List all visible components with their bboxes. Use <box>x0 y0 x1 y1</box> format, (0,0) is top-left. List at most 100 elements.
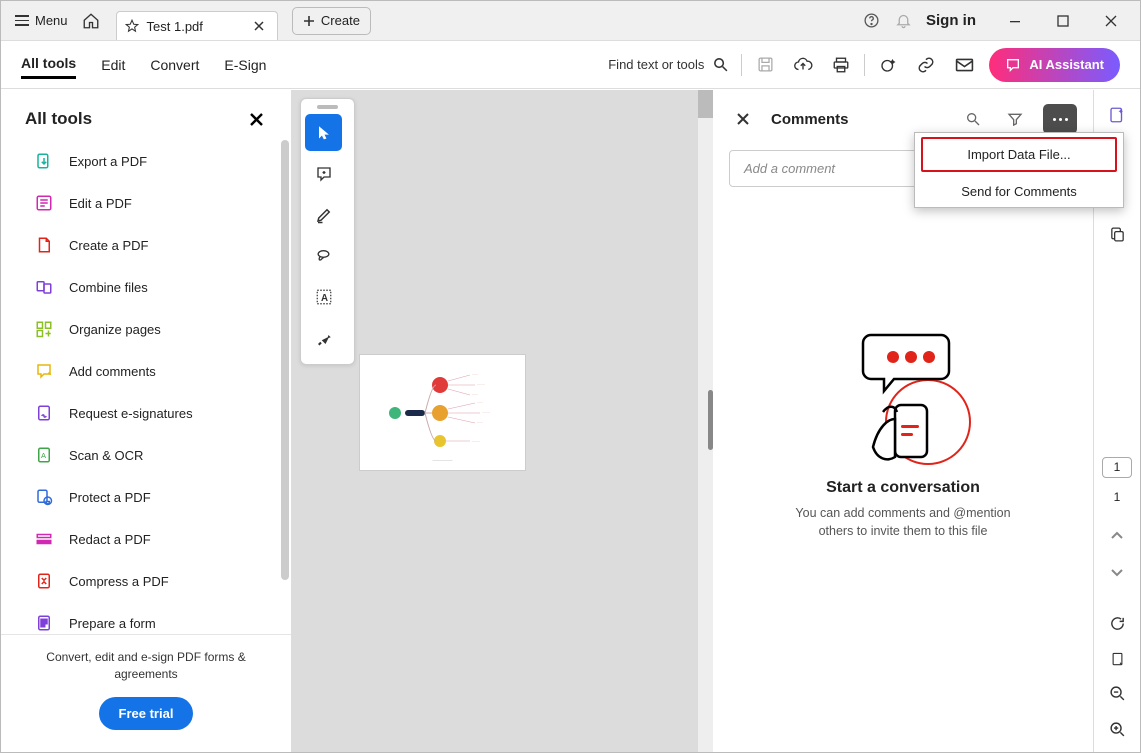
svg-text:A: A <box>321 292 328 303</box>
dropdown-item-import-data[interactable]: Import Data File... <box>921 137 1117 172</box>
link-button[interactable] <box>907 46 945 84</box>
ai-panel-button[interactable] <box>1101 102 1133 127</box>
comments-filter-button[interactable] <box>1001 105 1029 133</box>
home-icon <box>82 12 100 30</box>
dropdown-item-send-for-comments[interactable]: Send for Comments <box>915 176 1123 207</box>
email-button[interactable] <box>945 46 983 84</box>
highlight-tool[interactable] <box>305 196 342 233</box>
cursor-icon <box>316 124 332 142</box>
copy-button[interactable] <box>1101 221 1133 246</box>
plus-icon <box>303 15 315 27</box>
zoom-in-icon <box>1109 721 1126 738</box>
organize-icon <box>35 320 53 338</box>
sidebar-item-redact-pdf[interactable]: Redact a PDF <box>1 518 285 560</box>
sidebar-item-scan-ocr[interactable]: AScan & OCR <box>1 434 285 476</box>
drag-handle[interactable] <box>317 105 338 109</box>
sidebar-item-add-comments[interactable]: Add comments <box>1 350 285 392</box>
sparkle-doc-icon <box>1108 106 1126 124</box>
tab-edit[interactable]: Edit <box>101 52 125 78</box>
tool-label: Protect a PDF <box>69 490 151 505</box>
text-select-tool[interactable]: A <box>305 278 342 315</box>
comments-search-button[interactable] <box>959 105 987 133</box>
sidebar-scrollbar[interactable] <box>281 140 289 634</box>
print-icon <box>832 56 850 74</box>
tool-label: Request e-signatures <box>69 406 193 421</box>
pen-icon <box>315 206 333 224</box>
document-tab[interactable]: Test 1.pdf <box>116 11 278 40</box>
menu-button[interactable]: Menu <box>7 9 76 32</box>
text-select-icon: A <box>315 288 333 306</box>
comments-more-dropdown: Import Data File... Send for Comments <box>914 132 1124 208</box>
sidebar-item-organize-pages[interactable]: Organize pages <box>1 308 285 350</box>
fountain-pen-icon <box>315 329 333 347</box>
zoom-in-button[interactable] <box>1101 717 1133 742</box>
sidebar-item-export-pdf[interactable]: Export a PDF <box>1 140 285 182</box>
print-button[interactable] <box>822 46 860 84</box>
save-icon <box>757 56 774 73</box>
select-tool[interactable] <box>305 114 342 151</box>
comment-tool[interactable] <box>305 155 342 192</box>
help-button[interactable] <box>856 6 886 36</box>
sidebar-item-edit-pdf[interactable]: Edit a PDF <box>1 182 285 224</box>
notifications-button[interactable] <box>888 6 918 36</box>
tool-list: Export a PDF Edit a PDF Create a PDF Com… <box>1 140 291 634</box>
empty-title: Start a conversation <box>826 479 980 497</box>
close-icon <box>250 113 263 126</box>
home-button[interactable] <box>76 6 106 36</box>
create-button[interactable]: Create <box>292 7 371 35</box>
tab-esign[interactable]: E-Sign <box>224 52 266 78</box>
cloud-button[interactable] <box>784 46 822 84</box>
draw-tool[interactable] <box>305 237 342 274</box>
page-thumbnail[interactable]: —————————— —————————— ———— ———— <box>360 355 525 470</box>
sidebar-item-prepare-form[interactable]: Prepare a form <box>1 602 285 634</box>
hamburger-icon <box>15 15 29 26</box>
tool-label: Redact a PDF <box>69 532 151 547</box>
maximize-button[interactable] <box>1040 2 1086 40</box>
star-icon <box>125 19 139 33</box>
tab-convert[interactable]: Convert <box>150 52 199 78</box>
rotate-button[interactable] <box>1101 611 1133 636</box>
minimize-button[interactable] <box>992 2 1038 40</box>
free-trial-button[interactable]: Free trial <box>99 697 194 730</box>
tab-title: Test 1.pdf <box>147 19 203 34</box>
svg-text:————: ———— <box>472 441 480 443</box>
chevron-up-icon <box>1110 531 1124 541</box>
close-icon <box>1105 15 1117 27</box>
sidebar-close-button[interactable] <box>245 108 267 130</box>
redact-icon <box>35 530 53 548</box>
sidebar-item-request-esignatures[interactable]: Request e-signatures <box>1 392 285 434</box>
panel-resize-indicator[interactable] <box>708 390 713 450</box>
sign-in-button[interactable]: Sign in <box>926 12 976 29</box>
document-viewer[interactable]: A <box>292 90 713 752</box>
zoom-out-button[interactable] <box>1101 681 1133 706</box>
tool-label: Prepare a form <box>69 616 156 631</box>
page-current-input[interactable]: 1 <box>1102 457 1132 478</box>
all-tools-sidebar: All tools Export a PDF Edit a PDF Create… <box>1 90 292 752</box>
close-window-button[interactable] <box>1088 2 1134 40</box>
sign-tool[interactable] <box>305 319 342 356</box>
svg-text:———: ——— <box>472 374 478 376</box>
page-view-button[interactable] <box>1101 646 1133 671</box>
close-comments-button[interactable] <box>729 105 757 133</box>
tab-all-tools[interactable]: All tools <box>21 50 76 79</box>
ai-icon-button[interactable] <box>869 46 907 84</box>
comments-more-button[interactable] <box>1043 104 1077 134</box>
sidebar-item-compress-pdf[interactable]: Compress a PDF <box>1 560 285 602</box>
save-button[interactable] <box>746 46 784 84</box>
illustration <box>813 317 993 477</box>
sidebar-item-combine-files[interactable]: Combine files <box>1 266 285 308</box>
tool-label: Combine files <box>69 280 148 295</box>
empty-description: You can add comments and @mention others… <box>788 505 1018 540</box>
find-button[interactable]: Find text or tools <box>608 56 729 73</box>
svg-text:————: ———— <box>477 384 485 386</box>
page-up-button[interactable] <box>1101 524 1133 549</box>
tab-close-button[interactable] <box>251 18 267 34</box>
page-down-button[interactable] <box>1101 559 1133 584</box>
create-icon <box>35 236 53 254</box>
email-icon <box>955 57 974 73</box>
ai-assistant-button[interactable]: AI Assistant <box>989 48 1120 82</box>
sparkle-ring-icon <box>879 56 897 74</box>
sidebar-item-create-pdf[interactable]: Create a PDF <box>1 224 285 266</box>
sidebar-item-protect-pdf[interactable]: Protect a PDF <box>1 476 285 518</box>
tool-label: Scan & OCR <box>69 448 143 463</box>
